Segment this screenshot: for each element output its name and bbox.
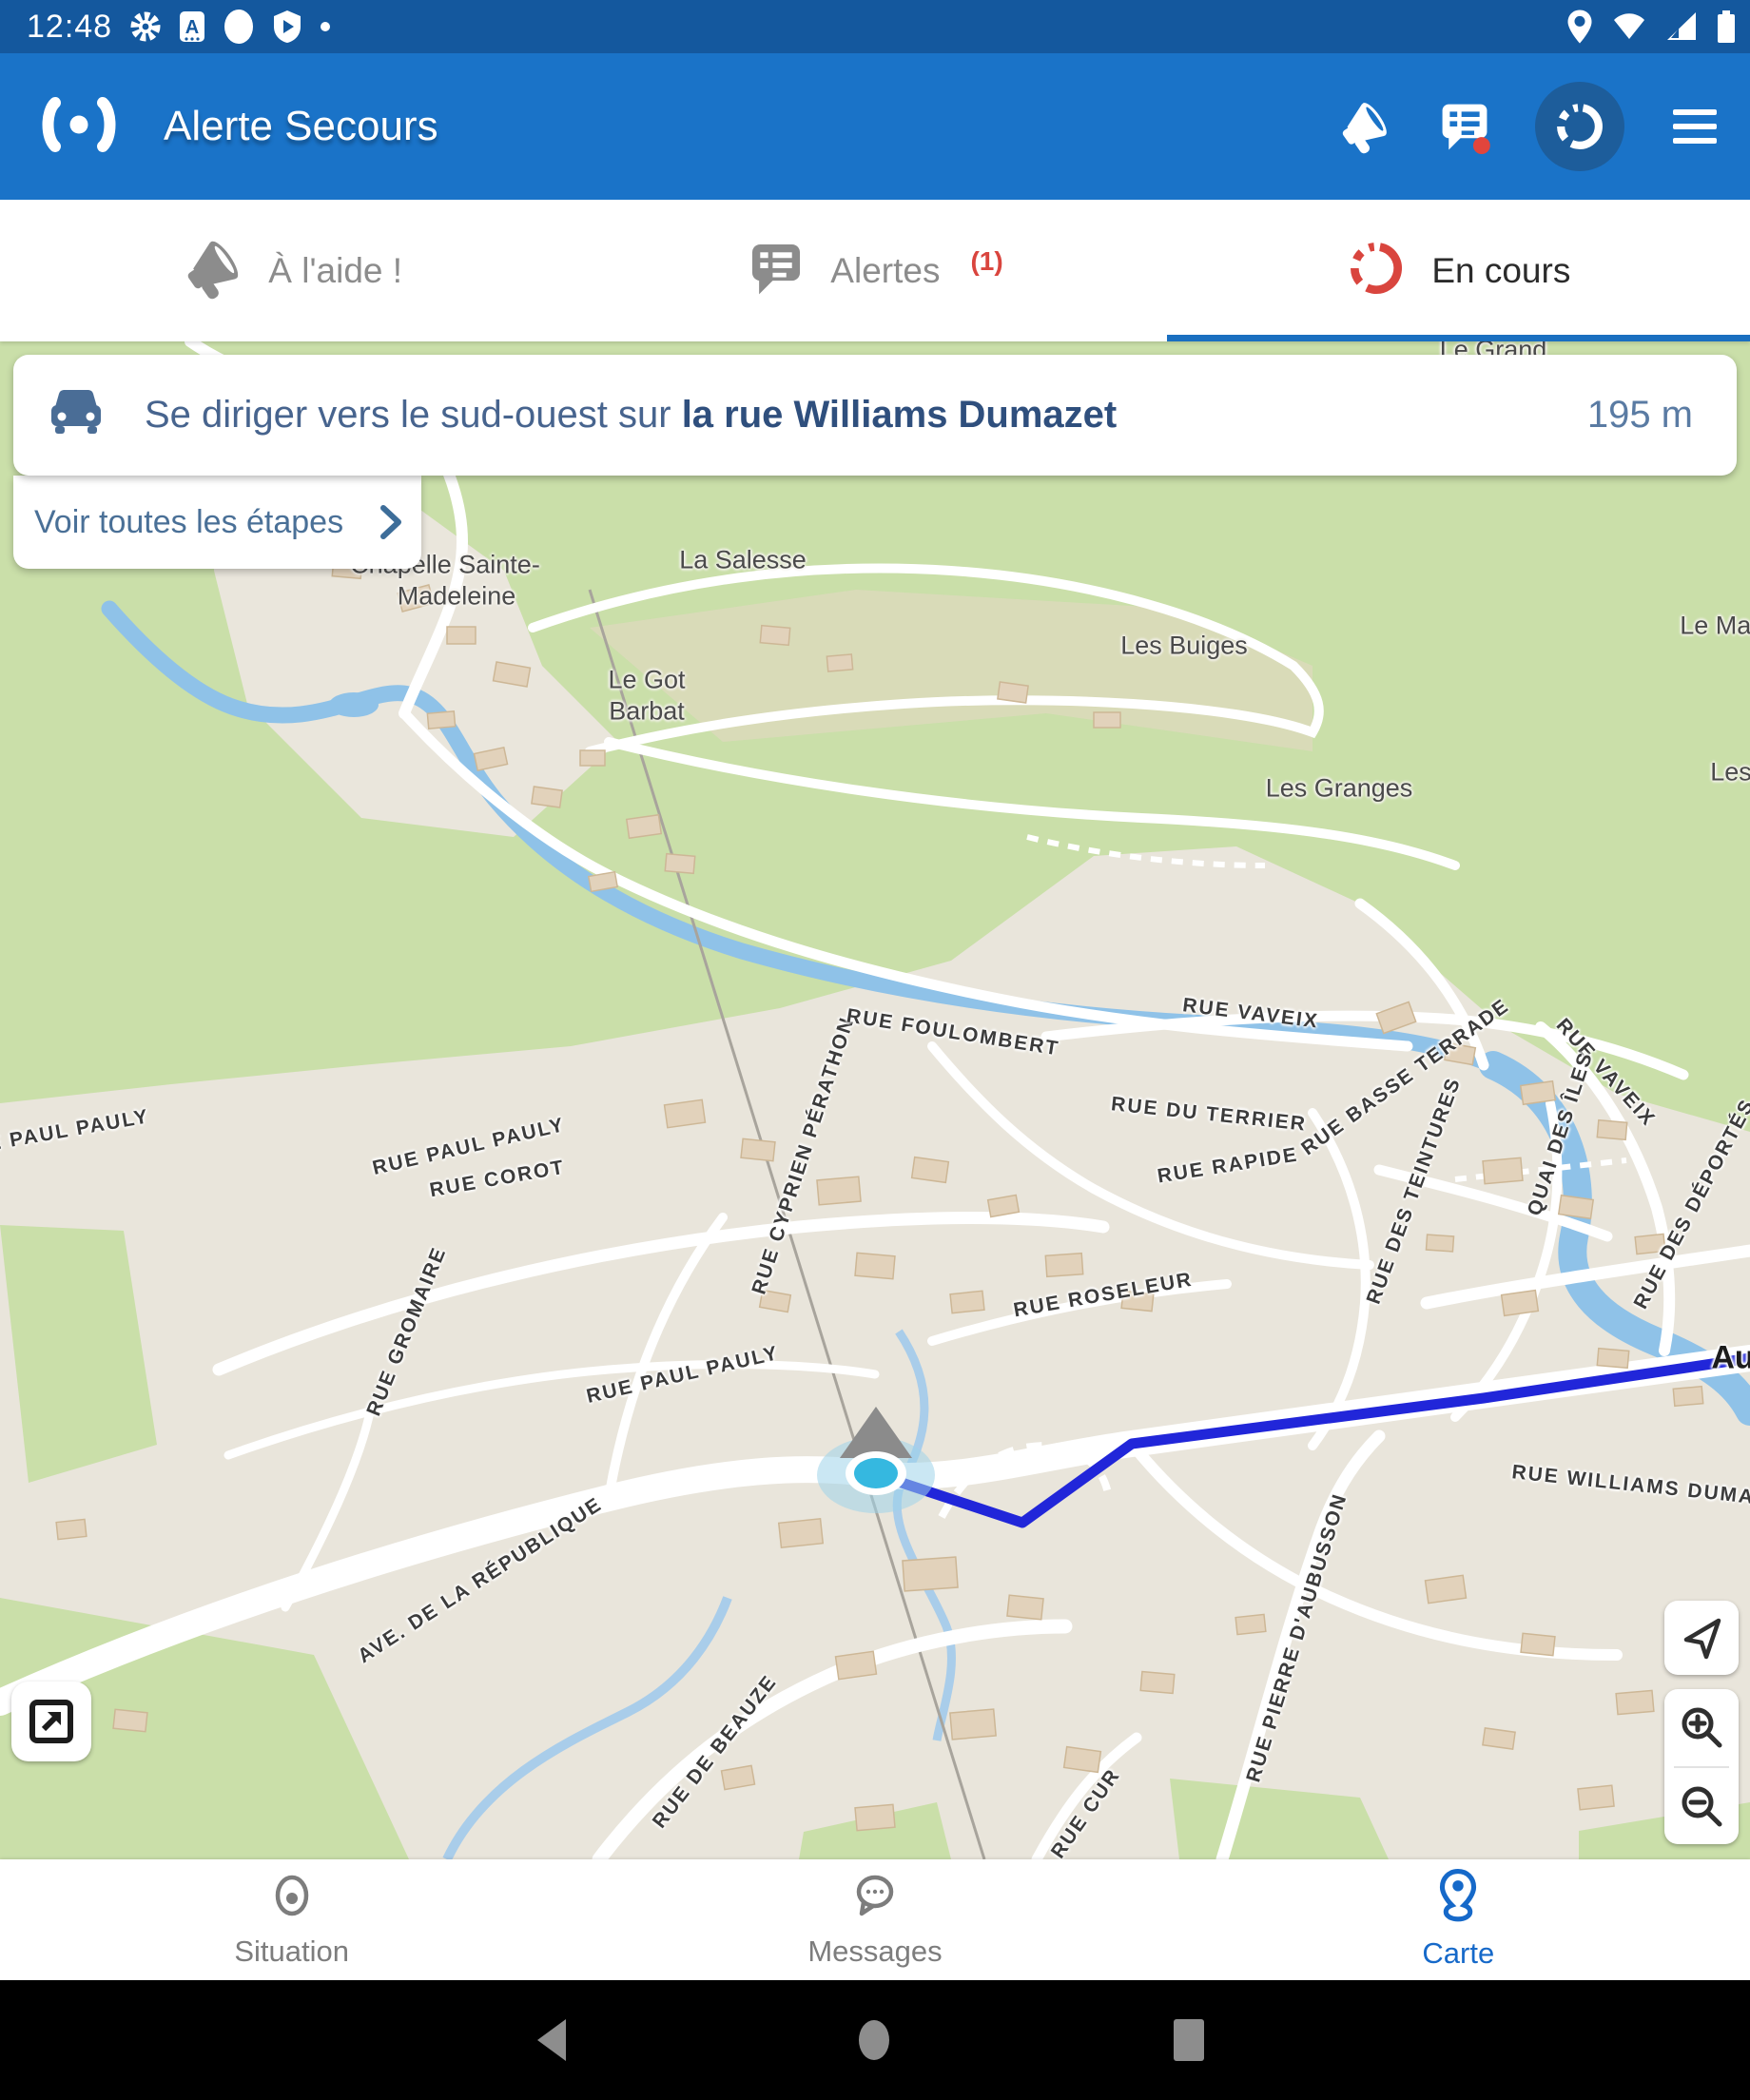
place-label: Les Buiges — [1120, 632, 1248, 661]
place-label: Le Marc — [1680, 612, 1750, 641]
shield-play-icon — [272, 10, 302, 44]
android-recents-button[interactable] — [1132, 1980, 1246, 2100]
android-navigation-bar — [0, 1980, 1750, 2100]
messages-badge-button[interactable] — [1434, 96, 1495, 157]
expand-map-button[interactable] — [11, 1682, 91, 1761]
status-bar: 12:48 A — [0, 0, 1750, 53]
tab-en-cours[interactable]: En cours — [1167, 200, 1750, 341]
megaphone-button[interactable] — [1333, 96, 1394, 157]
app-screen: 12:48 A — [0, 0, 1750, 2100]
navigation-instruction-card[interactable]: Se diriger vers le sud-ouest sur la rue … — [13, 355, 1737, 476]
location-pin-icon — [1565, 9, 1594, 45]
recenter-compass-button[interactable] — [1664, 1601, 1739, 1675]
app-title: Alerte Secours — [164, 103, 438, 150]
all-steps-label: Voir toutes les étapes — [34, 504, 343, 541]
nav-label: Situation — [234, 1935, 349, 1969]
circle-notification-icon — [223, 9, 255, 45]
instruction-road: la rue Williams Dumazet — [682, 394, 1118, 436]
nav-label: Carte — [1422, 1936, 1494, 1971]
tab-a-laide[interactable]: À l'aide ! — [0, 200, 583, 341]
map-canvas[interactable]: Le GrandChapelle Sainte-MadeleineLa Sale… — [0, 341, 1750, 1859]
zoom-out-button[interactable] — [1664, 1768, 1739, 1845]
instruction-text: Se diriger vers le sud-ouest sur la rue … — [145, 394, 1587, 437]
map-graphics — [0, 341, 1750, 1859]
android-home-button[interactable] — [817, 1980, 931, 2100]
nav-messages[interactable]: Messages — [583, 1859, 1166, 1980]
in-progress-spinner-button[interactable] — [1535, 82, 1624, 171]
place-label: Le Got — [608, 666, 685, 695]
city-label: Au — [1711, 1340, 1750, 1377]
nav-carte[interactable]: Carte — [1167, 1859, 1750, 1980]
tab-alertes[interactable]: Alertes (1) — [583, 200, 1166, 341]
megaphone-tab-icon — [181, 237, 243, 304]
location-marker — [817, 1407, 935, 1513]
battery-icon — [1716, 9, 1737, 45]
zoom-controls — [1664, 1689, 1739, 1844]
notification-dot-icon — [320, 21, 331, 32]
wifi-icon — [1611, 10, 1647, 43]
svg-text:A: A — [185, 17, 199, 38]
messages-bubble-icon — [850, 1871, 900, 1925]
hamburger-menu-button[interactable] — [1664, 96, 1725, 157]
bottom-navigation: Situation Messages Carte — [0, 1859, 1750, 1980]
place-label: Barbat — [609, 697, 685, 727]
all-steps-button[interactable]: Voir toutes les étapes — [13, 476, 421, 569]
map-pin-icon — [1437, 1869, 1479, 1927]
tab-bar: À l'aide ! Alertes (1) En cours — [0, 200, 1750, 341]
place-label: Les Granges — [1266, 774, 1413, 804]
chevron-right-icon — [376, 504, 404, 540]
situation-target-icon — [269, 1871, 315, 1925]
clock: 12:48 — [27, 9, 112, 46]
alert-count-badge: (1) — [970, 246, 1002, 277]
alerte-secours-logo-icon — [40, 95, 118, 159]
distance-remaining: 195 m — [1587, 394, 1693, 437]
status-bar-right — [1548, 0, 1737, 53]
android-back-button[interactable] — [496, 1980, 610, 2100]
zoom-in-button[interactable] — [1664, 1689, 1739, 1766]
car-icon — [46, 388, 107, 442]
place-label: La Salesse — [679, 546, 807, 575]
tab-label: En cours — [1431, 251, 1570, 291]
app-bar-actions — [1333, 53, 1725, 200]
place-label: Les — [1710, 758, 1750, 788]
nav-situation[interactable]: Situation — [0, 1859, 583, 1980]
cell-signal-icon — [1664, 10, 1699, 43]
gear-icon — [129, 10, 162, 43]
tab-label: À l'aide ! — [268, 251, 402, 291]
tab-label: Alertes — [830, 251, 940, 291]
app-a-icon: A — [179, 10, 205, 43]
alert-list-tab-icon — [747, 239, 806, 302]
nav-label: Messages — [807, 1935, 942, 1969]
active-tab-indicator — [1167, 335, 1750, 341]
app-bar: Alerte Secours — [0, 53, 1750, 200]
spinner-tab-icon — [1346, 238, 1407, 303]
place-label: Madeleine — [398, 582, 516, 612]
